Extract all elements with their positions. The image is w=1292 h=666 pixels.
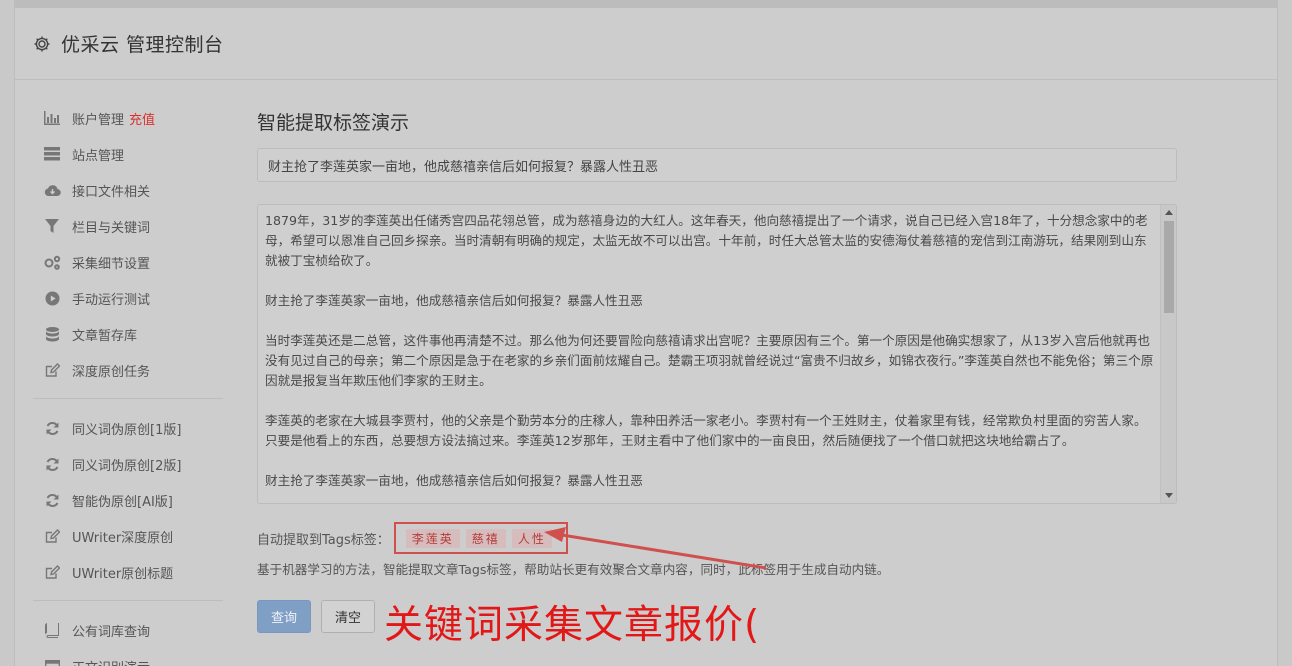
overlay-caption: 关键词采集文章报价( — [384, 603, 761, 648]
sidebar-divider — [33, 600, 223, 601]
tags-label: 自动提取到Tags标签： — [257, 532, 390, 548]
edit-icon — [43, 528, 61, 544]
section-heading: 智能提取标签演示 — [257, 112, 410, 134]
sidebar-item-public-lexicon[interactable]: 公有词库查询 — [33, 612, 223, 648]
sidebar-item-label: 同义词伪原创[1版] — [72, 422, 182, 438]
annotation-arrow-icon — [544, 527, 767, 570]
cloud-download-icon — [43, 182, 61, 198]
page-title: 优采云 管理控制台 — [61, 34, 224, 56]
edit-icon — [43, 564, 61, 580]
sidebar-item-label: 正文识别演示 — [72, 657, 150, 666]
sidebar-item-label: 采集细节设置 — [72, 256, 151, 272]
clear-button[interactable]: 清空 — [321, 600, 375, 633]
sidebar-item-label: 公有词库查询 — [72, 624, 151, 640]
content-paragraph: 财主抢了李莲英家一亩地，他成慈禧亲信后如何报复？暴露人性丑恶 — [265, 293, 643, 308]
sidebar-item-interface-files[interactable]: 接口文件相关 — [33, 172, 223, 208]
refresh-icon — [43, 456, 61, 472]
sidebar-item-columns-keywords[interactable]: 栏目与关键词 — [33, 208, 223, 244]
sidebar-item-label: 接口文件相关 — [72, 184, 151, 200]
sidebar-item-label: 文章暂存库 — [72, 328, 138, 344]
filter-icon — [43, 218, 61, 234]
tags-row: 自动提取到Tags标签： 李莲英 慈禧 人性 — [257, 522, 568, 554]
sidebar-item-collect-settings[interactable]: 采集细节设置 — [33, 244, 223, 280]
sidebar-item-deep-original-task[interactable]: 深度原创任务 — [33, 352, 223, 388]
sidebar-item-account[interactable]: 账户管理 充值 — [33, 100, 223, 136]
book-icon — [43, 622, 61, 638]
content-paragraph: 当时李莲英还是二总管，这件事他再清楚不过。那么他为何还要冒险向慈禧请求出宫呢？主… — [265, 333, 1154, 388]
sidebar-item-label: 手动运行测试 — [72, 292, 151, 308]
sidebar-item-label: UWriter原创标题 — [72, 566, 174, 582]
gear-icon — [33, 35, 51, 53]
content-scrollbar[interactable] — [1160, 205, 1176, 503]
action-buttons: 查询 清空 — [257, 600, 375, 633]
page-header: 优采云 管理控制台 — [15, 8, 1277, 80]
tag-chip: 李莲英 — [405, 528, 460, 548]
sidebar-item-label: UWriter深度原创 — [72, 530, 174, 546]
window-icon — [43, 658, 61, 666]
sidebar-item-synonym-v2[interactable]: 同义词伪原创[2版] — [33, 446, 223, 482]
sidebar-item-sites[interactable]: 站点管理 — [33, 136, 223, 172]
article-title-input[interactable]: 财主抢了李莲英家一亩地，他成慈禧亲信后如何报复？暴露人性丑恶 — [257, 148, 1177, 182]
edit-icon — [43, 362, 61, 378]
refresh-icon — [43, 420, 61, 436]
sidebar-item-label: 同义词伪原创[2版] — [72, 458, 182, 474]
sidebar-item-article-store[interactable]: 文章暂存库 — [33, 316, 223, 352]
content-paragraph: 李莲英的老家在大城县李贾村，他的父亲是个勤劳本分的庄稼人，靠种田养活一家老小。李… — [265, 413, 1147, 448]
scroll-up-arrow-icon[interactable] — [1165, 210, 1173, 215]
sidebar-item-manual-test[interactable]: 手动运行测试 — [33, 280, 223, 316]
gears-icon — [43, 254, 61, 270]
main-content: 智能提取标签演示 财主抢了李莲英家一亩地，他成慈禧亲信后如何报复？暴露人性丑恶 … — [257, 108, 1179, 633]
sidebar-item-uwriter-deep[interactable]: UWriter深度原创 — [33, 518, 223, 554]
sidebar-item-uwriter-title[interactable]: UWriter原创标题 — [33, 554, 223, 590]
top-strip — [14, 0, 1278, 8]
sidebar-item-label: 账户管理 — [72, 112, 125, 128]
scrollbar-thumb[interactable] — [1164, 221, 1174, 313]
article-content-text: 1879年，31岁的李莲英出任储秀宫四品花翎总管，成为慈禧身边的大红人。这年春天… — [265, 211, 1157, 503]
sidebar-divider — [33, 398, 223, 399]
query-button[interactable]: 查询 — [257, 600, 311, 633]
database-icon — [43, 326, 61, 342]
sidebar-item-ai-rewrite[interactable]: 智能伪原创[AI版] — [33, 482, 223, 518]
sidebar-item-label: 站点管理 — [72, 148, 125, 164]
sidebar-nav: 账户管理 充值 站点管理 接口文件相关 栏目与关键词 采集细节设置 手动运行测试… — [33, 100, 223, 666]
tag-chip: 慈禧 — [465, 528, 506, 548]
bar-chart-icon — [43, 110, 61, 126]
server-icon — [43, 146, 61, 162]
sidebar-item-body-recognition[interactable]: 正文识别演示 — [33, 648, 223, 666]
content-paragraph: 财主抢了李莲英家一亩地，他成慈禧亲信后如何报复？暴露人性丑恶 — [265, 473, 643, 488]
sidebar-item-label: 深度原创任务 — [72, 364, 151, 380]
play-circle-icon — [43, 290, 61, 306]
content-paragraph: 1879年，31岁的李莲英出任储秀宫四品花翎总管，成为慈禧身边的大红人。这年春天… — [265, 213, 1148, 268]
recharge-link[interactable]: 充值 — [129, 109, 155, 128]
sidebar-item-synonym-v1[interactable]: 同义词伪原创[1版] — [33, 410, 223, 446]
refresh-icon — [43, 492, 61, 508]
article-title-value: 财主抢了李莲英家一亩地，他成慈禧亲信后如何报复？暴露人性丑恶 — [268, 159, 659, 175]
sidebar-item-label: 栏目与关键词 — [72, 220, 151, 236]
sidebar-item-label: 智能伪原创[AI版] — [72, 494, 173, 510]
article-content-textarea[interactable]: 1879年，31岁的李莲英出任储秀宫四品花翎总管，成为慈禧身边的大红人。这年春天… — [257, 204, 1177, 504]
scroll-down-arrow-icon[interactable] — [1165, 493, 1173, 498]
